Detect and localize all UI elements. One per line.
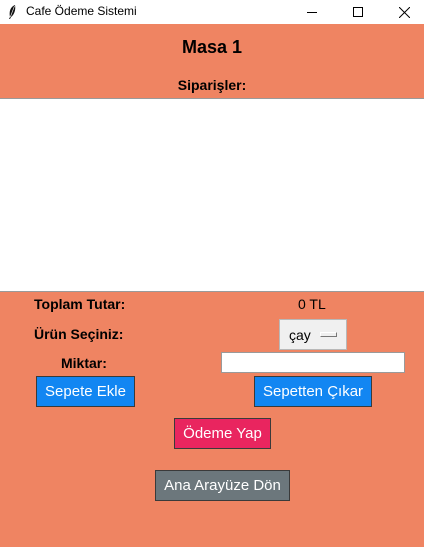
window-titlebar: Cafe Ödeme Sistemi: [0, 0, 424, 24]
minimize-icon: [307, 12, 317, 13]
orders-listbox[interactable]: [0, 98, 424, 292]
main-panel: Masa 1 Siparişler: Toplam Tutar: 0 TL Ür…: [0, 24, 424, 547]
product-label: Ürün Seçiniz:: [34, 326, 124, 342]
quantity-input[interactable]: [221, 352, 405, 373]
table-title: Masa 1: [181, 37, 243, 57]
product-select[interactable]: çay: [279, 319, 347, 350]
maximize-icon: [353, 7, 363, 17]
quantity-label: Miktar:: [61, 355, 107, 371]
maximize-button[interactable]: [335, 0, 381, 24]
minimize-button[interactable]: [289, 0, 335, 24]
add-to-cart-button[interactable]: Sepete Ekle: [36, 376, 135, 407]
remove-from-cart-button[interactable]: Sepetten Çıkar: [254, 376, 372, 407]
orders-label: Siparişler:: [177, 77, 247, 93]
total-label: Toplam Tutar:: [34, 296, 126, 312]
close-icon: [398, 6, 410, 18]
pay-button[interactable]: Ödeme Yap: [174, 418, 271, 449]
product-selected-value: çay: [289, 327, 311, 343]
dropdown-indicator-icon: [320, 332, 337, 337]
total-value: 0 TL: [298, 296, 326, 312]
feather-icon: [9, 5, 16, 19]
window-title: Cafe Ödeme Sistemi: [26, 4, 137, 18]
back-to-main-button[interactable]: Ana Arayüze Dön: [155, 470, 290, 501]
close-button[interactable]: [381, 0, 424, 24]
